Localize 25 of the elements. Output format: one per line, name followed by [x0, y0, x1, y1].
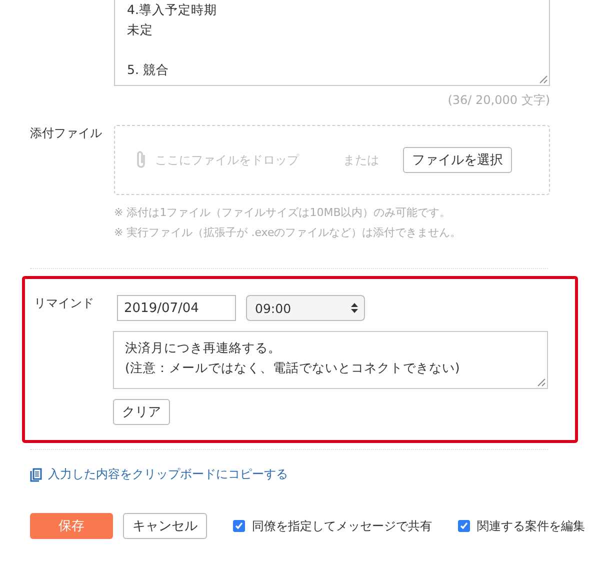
date-field[interactable]: 2019/07/04: [117, 295, 236, 321]
memo-field[interactable]: 4.導入予定時期 未定 5. 競合: [114, 0, 550, 86]
choose-file-button[interactable]: ファイルを選択: [403, 147, 512, 173]
file-drop-zone[interactable]: ここにファイルをドロップ または ファイルを選択: [114, 125, 550, 195]
clipboard-icon: [30, 468, 42, 482]
field-label: 添付ファイル: [30, 126, 102, 140]
character-counter: (36/ 20,000 文字): [448, 93, 550, 107]
stepper-arrows-icon: [351, 302, 358, 314]
copy-to-clipboard-link[interactable]: 入力した内容をクリップボードにコピーする: [48, 466, 288, 483]
checkbox-label: 関連する案件を編集: [477, 518, 585, 534]
drop-hint: ここにファイルをドロップ: [155, 152, 299, 168]
checkbox[interactable]: [233, 520, 245, 532]
cancel-button[interactable]: キャンセル: [123, 513, 207, 539]
paperclip-icon: [135, 150, 147, 170]
attachment-note: ※ 添付は1ファイル（ファイルサイズは10MB以内）のみ可能です。: [114, 205, 452, 221]
attachment-note: ※ 実行ファイル（拡張子が .exeのファイルなど）は添付できません。: [114, 225, 462, 241]
clear-button[interactable]: クリア: [113, 399, 170, 425]
remind-message-field[interactable]: 決済月につき再連絡する。 (注意：メールではなく、電話でないとコネクトできない): [113, 331, 548, 389]
field-label: リマインド: [34, 296, 94, 310]
resize-grip-icon[interactable]: [537, 378, 546, 387]
or-text: または: [343, 152, 379, 168]
checkbox-label: 同僚を指定してメッセージで共有: [252, 518, 432, 534]
checkbox[interactable]: [458, 520, 470, 532]
time-select[interactable]: 09:00: [246, 295, 365, 321]
resize-grip-icon[interactable]: [539, 75, 548, 84]
